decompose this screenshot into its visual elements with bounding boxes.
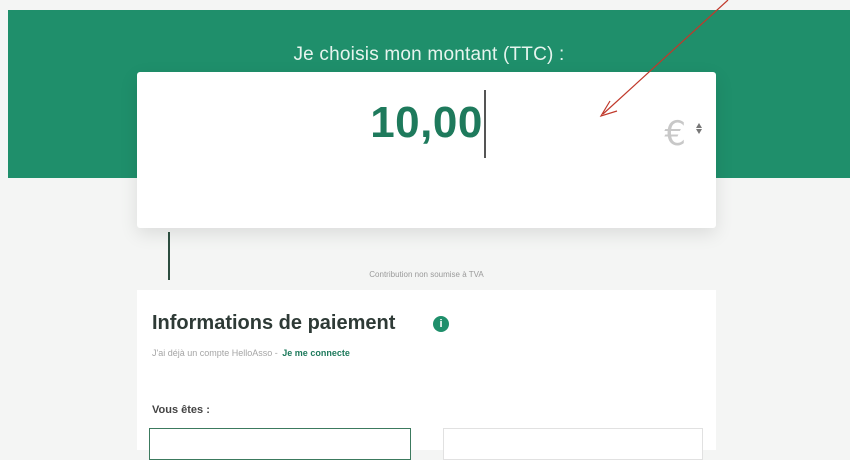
account-prompt: J'ai déjà un compte HelloAsso - Je me co…: [152, 348, 350, 358]
euro-icon: €: [664, 114, 686, 154]
tax-note: Contribution non soumise à TVA: [369, 270, 484, 279]
increment-icon[interactable]: [696, 123, 702, 128]
you-are-label: Vous êtes :: [152, 404, 210, 416]
user-type-option-2[interactable]: [443, 428, 703, 460]
amount-card: 10,00 € Contribution non soumise à TVA: [137, 72, 716, 279]
payment-title: Informations de paiement: [152, 312, 396, 334]
amount-value: 10,00: [370, 98, 483, 147]
user-type-option-1[interactable]: [149, 428, 411, 460]
amount-input[interactable]: 10,00 €: [137, 72, 716, 195]
payment-card: Informations de paiement i J'ai déjà un …: [137, 290, 716, 460]
login-link[interactable]: Je me connecte: [282, 348, 350, 358]
info-icon[interactable]: i: [433, 316, 449, 332]
number-spinner[interactable]: [694, 122, 704, 140]
account-prompt-text: J'ai déjà un compte HelloAsso -: [152, 348, 278, 358]
text-caret: [484, 90, 486, 158]
page-title: Je choisis mon montant (TTC) :: [293, 44, 565, 65]
decrement-icon[interactable]: [696, 129, 702, 134]
cursor-indicator: [168, 232, 170, 280]
